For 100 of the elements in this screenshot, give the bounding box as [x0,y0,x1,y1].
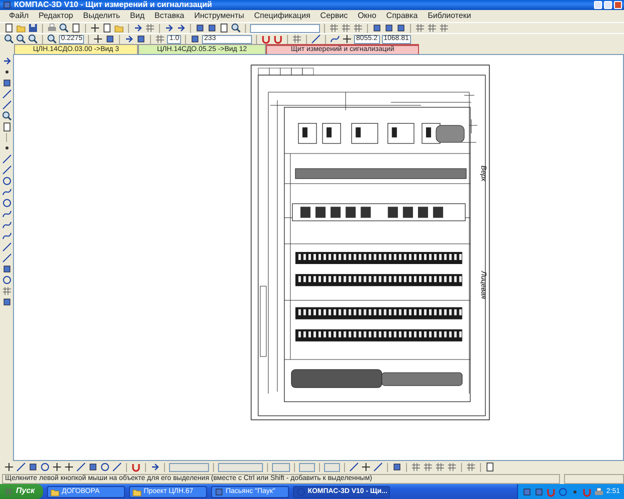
status-panel [564,474,624,484]
grid-icon[interactable] [411,462,421,472]
square-icon[interactable] [392,462,402,472]
app-icon [2,0,12,10]
zoom-icon[interactable] [231,23,241,33]
arrow-icon[interactable] [2,56,12,66]
circle-icon[interactable] [2,275,12,285]
magnet-icon[interactable] [131,462,141,472]
grid-icon[interactable] [415,23,425,33]
line-icon[interactable] [16,462,26,472]
zoom-icon[interactable] [59,23,69,33]
square-icon[interactable] [195,23,205,33]
grid-icon[interactable] [341,23,351,33]
menu-item[interactable]: Спецификация [253,12,312,20]
tray-icon[interactable] [594,486,604,496]
tray-icon[interactable] [558,486,568,496]
zoom-icon[interactable] [28,34,38,44]
square-icon[interactable] [190,34,200,44]
square-icon[interactable] [207,23,217,33]
line-icon[interactable] [2,100,12,110]
square-icon[interactable] [2,297,12,307]
new-file-icon[interactable] [4,23,14,33]
square-icon[interactable] [372,23,382,33]
arrow-icon[interactable] [164,23,174,33]
grid-icon[interactable] [353,23,363,33]
new-file-icon[interactable] [485,462,495,472]
grid-icon[interactable] [435,462,445,472]
grid-icon[interactable] [155,34,166,44]
app-icon [296,486,306,496]
zoom-icon[interactable] [2,111,12,121]
line-icon[interactable] [2,89,12,99]
line-icon[interactable] [2,154,12,164]
move-icon[interactable] [361,462,371,472]
menu-item[interactable]: Файл [8,12,30,20]
square-icon[interactable] [2,78,12,88]
square-icon[interactable] [384,23,394,33]
menu-item[interactable]: Справка [385,12,419,20]
grid-icon[interactable] [423,462,433,472]
tray-icon[interactable] [522,486,532,496]
line-icon[interactable] [112,462,122,472]
zoom-icon[interactable] [47,34,57,44]
square-icon[interactable] [105,34,116,44]
square-icon[interactable] [136,34,146,44]
square-icon[interactable] [396,23,406,33]
circle-icon[interactable] [40,462,50,472]
menu-item[interactable]: Редактор [38,12,74,20]
line-icon[interactable] [373,462,383,472]
tray-icon[interactable] [534,486,544,496]
menu-item[interactable]: Выделить [82,12,122,20]
grid-icon[interactable] [329,23,339,33]
line-icon[interactable] [349,462,359,472]
start-button[interactable]: Пуск [0,484,43,499]
grid-icon[interactable] [427,23,437,33]
window-title: КОМПАС-3D V10 - Щит измерений и сигнализаций [14,0,214,10]
move-icon[interactable] [90,23,100,33]
move-icon[interactable] [52,462,62,472]
grid-icon[interactable] [439,23,449,33]
line-icon[interactable] [2,242,12,252]
menu-item[interactable]: Вставка [154,12,186,20]
grid-icon[interactable] [145,23,155,33]
menu-item[interactable]: Инструменты [193,12,246,20]
menu-item[interactable]: Библиотеки [426,12,472,20]
zoom-icon[interactable] [4,34,14,44]
new-file-icon[interactable] [219,23,229,33]
circle-icon[interactable] [2,198,12,208]
line-icon[interactable] [311,34,322,44]
arrow-icon[interactable] [150,462,160,472]
menu-item[interactable]: Сервис [319,12,349,20]
arrow-icon[interactable] [133,23,143,33]
new-file-icon[interactable] [71,23,81,33]
circle-icon[interactable] [2,176,12,186]
menu-item[interactable]: Окно [356,12,378,20]
line-icon[interactable] [2,253,12,263]
folder-icon [132,486,142,496]
menu-item[interactable]: Вид [129,12,146,20]
zoom-icon[interactable] [16,34,26,44]
square-icon[interactable] [88,462,98,472]
move-icon[interactable] [93,34,104,44]
move-icon[interactable] [4,462,14,472]
grid-icon[interactable] [466,462,476,472]
move-icon[interactable] [64,462,74,472]
arrow-icon[interactable] [124,34,134,44]
grid-icon[interactable] [447,462,457,472]
save-icon[interactable] [28,23,38,33]
magnet-icon[interactable] [261,34,272,44]
grid-icon[interactable] [292,34,302,44]
square-icon[interactable] [2,264,12,274]
arrow-icon[interactable] [176,23,186,33]
new-file-icon[interactable] [2,122,12,132]
curve-icon[interactable] [330,34,340,44]
line-icon[interactable] [76,462,86,472]
circle-icon[interactable] [100,462,110,472]
new-file-icon[interactable] [102,23,112,33]
line-icon[interactable] [2,165,12,175]
curve-icon[interactable] [2,187,12,197]
magnet-icon[interactable] [273,34,284,44]
grid-icon[interactable] [2,286,12,296]
close-button[interactable] [614,1,622,9]
move-icon[interactable] [342,34,352,44]
square-icon[interactable] [28,462,38,472]
